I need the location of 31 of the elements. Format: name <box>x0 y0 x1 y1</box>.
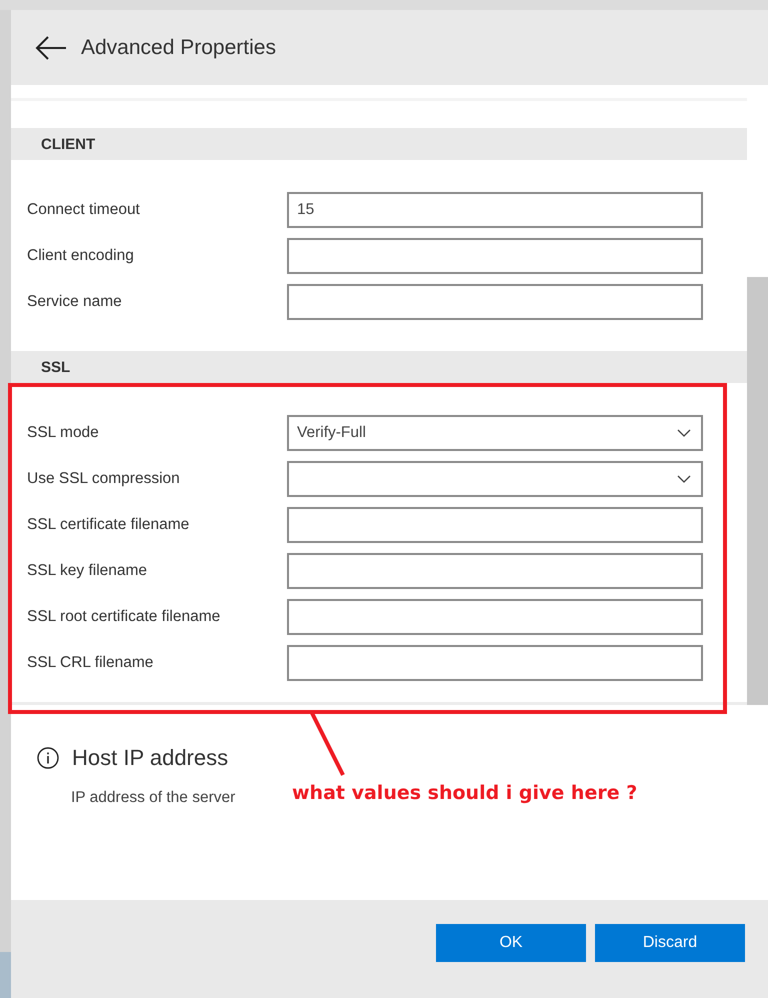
section-header: SSL <box>11 351 747 383</box>
text-field[interactable] <box>287 284 703 320</box>
text-field[interactable]: 15 <box>287 192 703 228</box>
info-title: Host IP address <box>72 745 228 771</box>
back-arrow-icon[interactable] <box>35 34 67 60</box>
field-label: SSL mode <box>27 424 100 442</box>
text-field[interactable] <box>287 238 703 274</box>
scrollbar-thumb[interactable] <box>747 277 768 705</box>
field-label: SSL root certificate filename <box>27 608 222 626</box>
window-title: Advanced Properties <box>81 36 276 60</box>
annotation-text: what values should i give here ? <box>292 782 638 804</box>
chevron-down-icon <box>677 429 691 437</box>
text-field[interactable] <box>287 599 703 635</box>
field-label: SSL key filename <box>27 562 148 580</box>
field-label: Use SSL compression <box>27 470 181 488</box>
dialog-button[interactable]: Discard <box>595 924 745 962</box>
field-label: SSL certificate filename <box>27 516 190 534</box>
dropdown[interactable]: Verify-Full <box>287 415 703 451</box>
section-header: CLIENT <box>11 128 747 160</box>
text-field[interactable] <box>287 645 703 681</box>
field-label: Client encoding <box>27 247 135 265</box>
dropdown[interactable] <box>287 461 703 497</box>
field-label: Connect timeout <box>27 201 141 219</box>
field-label: Service name <box>27 293 123 311</box>
text-field[interactable] <box>287 553 703 589</box>
field-label: SSL CRL filename <box>27 654 154 672</box>
info-description: IP address of the server <box>71 789 236 807</box>
dialog-button[interactable]: OK <box>436 924 586 962</box>
chevron-down-icon <box>677 475 691 483</box>
info-icon <box>37 747 59 769</box>
text-field[interactable] <box>287 507 703 543</box>
